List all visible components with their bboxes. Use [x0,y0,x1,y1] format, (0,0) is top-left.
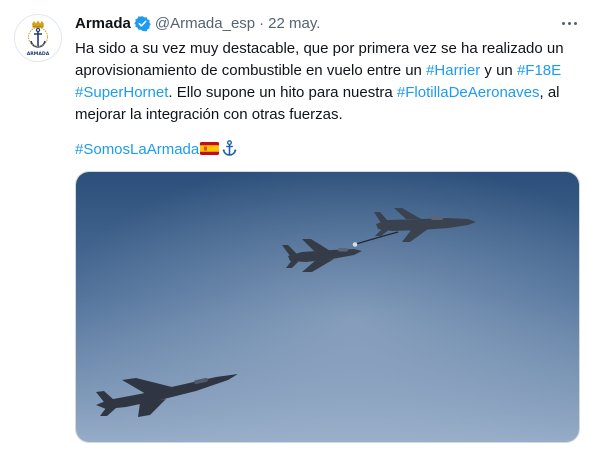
hashtag-link[interactable]: #Harrier [426,62,480,79]
avatar[interactable]: ARMADA [14,14,62,62]
text-segment: Ha sido a su vez muy destacable, que por… [75,40,564,57]
author-name[interactable]: Armada [75,15,131,32]
armada-logo-icon: ARMADA [15,15,61,61]
tweet-card[interactable]: ARMADA Armada @Armada_esp · 22 may. Ha s… [0,0,597,459]
text-segment: . Ello supone un hito para nuestra [168,84,397,101]
hashtag-link[interactable]: #SomosLaArmada [75,141,199,158]
tweet-text-line: Ha sido a su vez muy destacable, que por… [75,38,580,60]
text-segment: , al [539,84,560,101]
tweet-media-photo[interactable] [75,171,580,443]
avatar-label: ARMADA [27,51,50,57]
text-segment: mejorar la integración con otras fuerzas… [75,106,343,123]
tweet-header: Armada @Armada_esp · 22 may. [75,12,320,34]
text-segment: aprovisionamiento de combustible en vuel… [75,62,427,79]
more-options-icon[interactable] [559,14,579,32]
tweet-text-line: mejorar la integración con otras fuerzas… [75,104,580,126]
tweet-date[interactable]: 22 may. [268,15,320,32]
hashtag-link[interactable]: #F18E [517,62,561,79]
hashtag-line: #SomosLaArmada [75,139,580,161]
text-segment: y un [480,62,517,79]
spain-flag-icon [200,140,220,155]
verified-badge-icon [134,15,151,32]
tweet-text-line: aprovisionamiento de combustible en vuel… [75,60,580,82]
author-handle[interactable]: @Armada_esp [155,15,255,32]
anchor-icon [222,140,237,156]
hashtag-link[interactable]: #FlotillaDeAeronaves [397,84,540,101]
tweet-text-line: #SuperHornet. Ello supone un hito para n… [75,82,580,104]
hashtag-link[interactable]: #SuperHornet [75,84,168,101]
tweet-text: Ha sido a su vez muy destacable, que por… [75,38,580,161]
aerial-refueling-photo [76,172,579,442]
header-separator: · [259,14,265,32]
